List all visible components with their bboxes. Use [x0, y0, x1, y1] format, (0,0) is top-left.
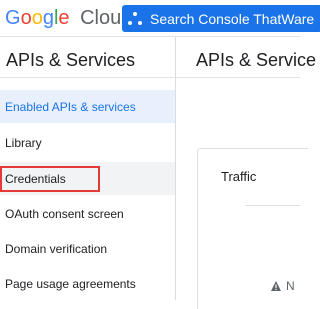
no-data-notice: N	[270, 279, 295, 293]
sidebar-item-label: Enabled APIs & services	[5, 99, 136, 114]
page-title: APIs & Service	[196, 50, 317, 70]
top-bar: Google Cloud Search Console ThatWare	[0, 0, 320, 37]
sidebar-item-label: Page usage agreements	[5, 276, 136, 291]
credentials-highlight-box	[0, 166, 100, 192]
sidebar-title: APIs & Services	[6, 50, 136, 70]
logo-letter-e: e	[58, 7, 70, 29]
warning-icon	[271, 281, 281, 291]
sidebar-divider	[0, 77, 175, 78]
project-dots-icon	[128, 11, 142, 25]
project-selector-label: Search Console ThatWare	[150, 10, 315, 27]
sidebar-item-label: Domain verification	[5, 241, 108, 256]
no-data-text: N	[286, 279, 295, 293]
sidebar-item-domain-verification[interactable]: Domain verification	[0, 232, 175, 265]
logo-brand: Google	[5, 7, 75, 29]
sidebar-item-page-usage[interactable]: Page usage agreements	[0, 267, 175, 300]
traffic-card-divider	[245, 205, 300, 206]
logo-letter-o1: o	[20, 7, 32, 29]
sidebar-item-oauth-consent[interactable]: OAuth consent screen	[0, 197, 175, 230]
traffic-card-title: Traffic	[221, 169, 257, 184]
project-selector-button[interactable]: Search Console ThatWare	[122, 5, 320, 32]
logo-letter-o2: o	[31, 7, 43, 29]
sidebar-item-enabled-apis[interactable]: Enabled APIs & services	[0, 90, 175, 123]
google-cloud-logo[interactable]: Google Cloud	[5, 6, 132, 30]
logo-letter-g2: g	[42, 7, 54, 29]
sidebar-item-label: OAuth consent screen	[5, 206, 124, 221]
sidebar-item-library[interactable]: Library	[0, 126, 175, 159]
logo-letter-g: G	[5, 7, 21, 29]
main-divider	[176, 77, 300, 78]
sidebar-item-label: Library	[5, 135, 42, 150]
